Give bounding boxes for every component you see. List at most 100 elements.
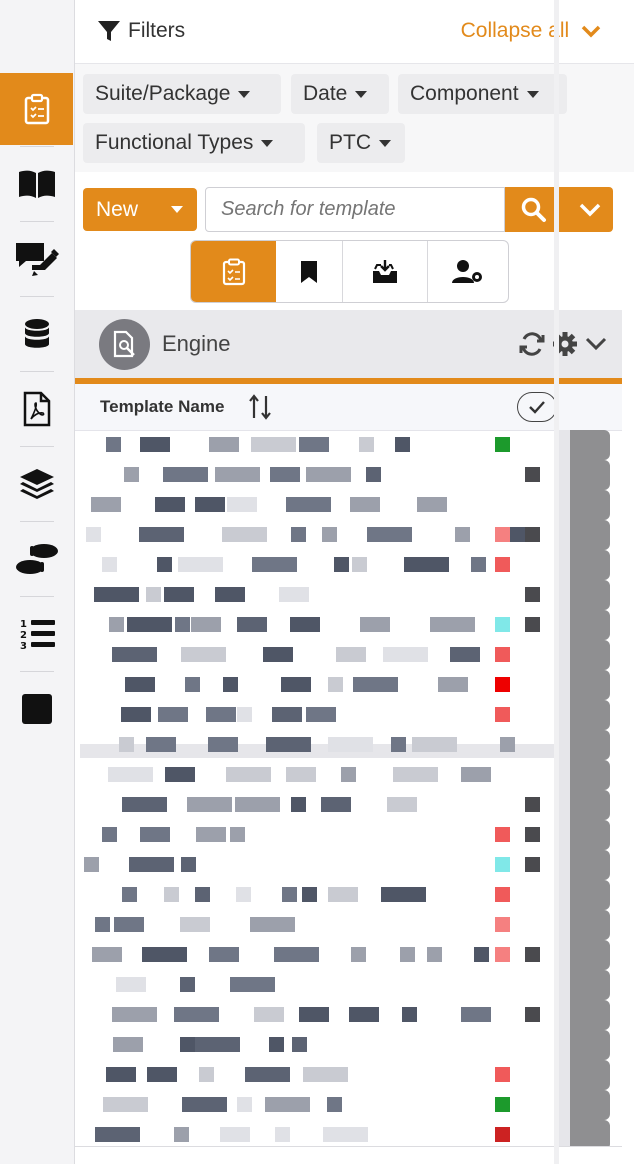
row-actions[interactable]	[570, 430, 610, 460]
table-row[interactable]	[75, 1000, 622, 1030]
engine-header[interactable]: Engine	[75, 310, 622, 384]
row-actions[interactable]	[570, 910, 610, 940]
search-input[interactable]	[205, 187, 505, 232]
row-actions[interactable]	[570, 580, 610, 610]
table-row[interactable]	[75, 670, 622, 700]
row-checkbox[interactable]	[525, 527, 540, 542]
rail-item-square[interactable]	[0, 673, 73, 745]
table-row[interactable]	[75, 640, 622, 670]
view-user-settings-button[interactable]	[428, 241, 508, 302]
rail-item-library[interactable]	[0, 148, 73, 220]
table-row[interactable]	[75, 1030, 622, 1060]
row-checkbox[interactable]	[525, 947, 540, 962]
redacted-text	[127, 617, 172, 632]
row-actions[interactable]	[570, 460, 610, 490]
table-row[interactable]	[75, 880, 622, 910]
page-scrollbar[interactable]	[554, 0, 559, 1164]
row-checkbox[interactable]	[525, 1007, 540, 1022]
redacted-text	[350, 497, 380, 512]
table-row[interactable]	[75, 580, 622, 610]
filter-date[interactable]: Date	[291, 74, 389, 114]
table-row[interactable]	[75, 460, 622, 490]
view-templates-button[interactable]	[191, 241, 276, 302]
rail-item-numbered-list[interactable]: 1 2 3	[0, 598, 73, 670]
table-row[interactable]	[75, 520, 622, 550]
filter-functional-types[interactable]: Functional Types	[83, 123, 305, 163]
row-actions[interactable]	[570, 970, 610, 1000]
filter-component[interactable]: Component	[398, 74, 567, 114]
table-row[interactable]	[75, 1120, 622, 1146]
refresh-icon[interactable]	[519, 331, 545, 357]
table-row[interactable]	[75, 940, 622, 970]
table-row[interactable]	[75, 700, 622, 730]
redacted-text	[180, 917, 210, 932]
table-row[interactable]	[75, 820, 622, 850]
row-actions[interactable]	[570, 1060, 610, 1090]
user-cog-icon	[452, 259, 482, 283]
row-actions[interactable]	[570, 490, 610, 520]
row-actions[interactable]	[570, 850, 610, 880]
row-actions[interactable]	[570, 1090, 610, 1120]
table-row[interactable]	[75, 1060, 622, 1090]
column-header-template-name[interactable]: Template Name	[100, 397, 224, 417]
row-actions[interactable]	[570, 640, 610, 670]
search-button[interactable]	[505, 187, 613, 232]
rail-item-templates[interactable]	[0, 73, 73, 145]
row-actions[interactable]	[570, 820, 610, 850]
filter-suite-package[interactable]: Suite/Package	[83, 74, 281, 114]
table-row[interactable]	[75, 910, 622, 940]
table-row[interactable]	[75, 550, 622, 580]
table-row[interactable]	[75, 610, 622, 640]
row-checkbox[interactable]	[525, 587, 540, 602]
row-actions[interactable]	[570, 700, 610, 730]
redacted-text	[185, 677, 200, 692]
row-actions[interactable]	[570, 1120, 610, 1146]
view-inbox-button[interactable]	[343, 241, 428, 302]
new-button[interactable]: New	[83, 188, 197, 231]
table-row[interactable]	[75, 970, 622, 1000]
table-row[interactable]	[75, 760, 622, 790]
sort-icon[interactable]	[248, 394, 272, 420]
row-actions[interactable]	[570, 760, 610, 790]
row-checkbox[interactable]	[525, 617, 540, 632]
table-row[interactable]	[75, 790, 622, 820]
row-actions[interactable]	[570, 550, 610, 580]
row-actions[interactable]	[570, 1030, 610, 1060]
redacted-text	[109, 617, 124, 632]
view-bookmarks-button[interactable]	[276, 241, 343, 302]
chevron-down-icon[interactable]	[585, 336, 607, 352]
rail-item-comments[interactable]	[0, 223, 73, 295]
row-actions[interactable]	[570, 610, 610, 640]
table-row[interactable]	[75, 730, 622, 760]
filter-ptc[interactable]: PTC	[317, 123, 405, 163]
rail-item-layers[interactable]	[0, 448, 73, 520]
chip-label: Suite/Package	[95, 82, 231, 105]
redacted-text	[191, 617, 221, 632]
table-row[interactable]	[75, 490, 622, 520]
redacted-text	[236, 887, 251, 902]
rail-item-database[interactable]	[0, 298, 73, 370]
row-actions[interactable]	[570, 880, 610, 910]
row-checkbox[interactable]	[525, 797, 540, 812]
rail-item-pdf[interactable]	[0, 373, 73, 445]
row-actions[interactable]	[570, 730, 610, 760]
select-all-checkbox[interactable]	[517, 392, 557, 422]
row-actions[interactable]	[570, 1000, 610, 1030]
row-actions[interactable]	[570, 940, 610, 970]
table-row[interactable]	[75, 430, 622, 460]
redacted-text	[182, 1097, 227, 1112]
redacted-text	[430, 617, 475, 632]
table-row[interactable]	[75, 1090, 622, 1120]
row-checkbox[interactable]	[525, 827, 540, 842]
collapse-all-button[interactable]: Collapse all	[461, 19, 601, 43]
rail-item-steps[interactable]	[0, 523, 73, 595]
row-checkbox[interactable]	[525, 857, 540, 872]
table-row[interactable]	[75, 850, 622, 880]
redacted-text	[91, 497, 121, 512]
collapse-all-label: Collapse all	[460, 19, 570, 42]
row-actions[interactable]	[570, 670, 610, 700]
row-actions[interactable]	[570, 520, 610, 550]
row-actions[interactable]	[570, 790, 610, 820]
row-checkbox[interactable]	[525, 467, 540, 482]
pdf-file-icon	[23, 391, 50, 427]
